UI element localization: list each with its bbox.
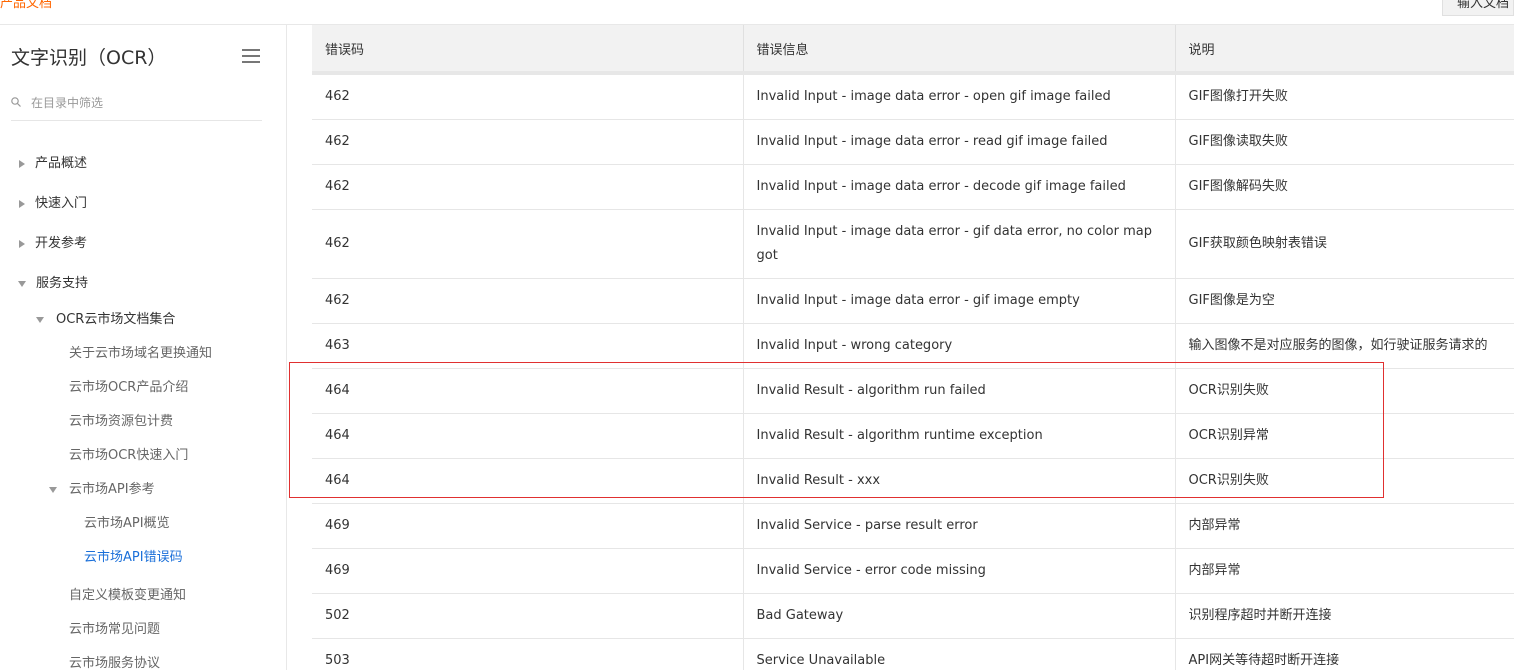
sidebar-item-quickstart[interactable]: 快速入门 [19,192,87,211]
error-code-cell: 462 [312,119,744,165]
sidebar-link-domain-notice[interactable]: 关于云市场域名更换通知 [69,342,212,361]
caret-right-icon [19,159,25,168]
breadcrumb-link[interactable]: 产品文档 [0,0,52,11]
filter-box [11,91,262,121]
table-row: 462 Invalid Input - image data error - gi… [312,209,1514,279]
sidebar-item-service-support[interactable]: 服务支持 [18,272,88,291]
error-desc-cell: 内部异常 [1175,503,1514,549]
error-desc-cell: GIF获取颜色映射表错误 [1175,209,1514,279]
error-desc-cell: GIF图像读取失败 [1175,119,1514,165]
error-desc-cell: 内部异常 [1175,548,1514,594]
table-row: 462 Invalid Input - image data error - de… [312,164,1514,210]
error-desc-cell: GIF图像解码失败 [1175,164,1514,210]
caret-down-icon [18,280,26,287]
error-code-cell: 503 [312,638,744,670]
error-message-cell: Invalid Input - image data error - read … [743,119,1176,165]
top-bar: 产品文档 输入文档 [0,0,1514,25]
table-row: 469 Invalid Service - parse result error 内… [312,503,1514,549]
error-code-cell: 502 [312,593,744,639]
caret-right-icon [19,199,25,208]
sidebar-item-ocr-market-docs[interactable]: OCR云市场文档集合 [36,308,175,327]
error-code-cell: 462 [312,278,744,324]
table-row: 469 Invalid Service - error code missing 内… [312,548,1514,594]
sidebar-link-template-notice[interactable]: 自定义模板变更通知 [69,584,186,603]
caret-right-icon [19,239,25,248]
error-code-cell: 469 [312,503,744,549]
error-desc-cell: GIF图像打开失败 [1175,73,1514,120]
sidebar-link-faq[interactable]: 云市场常见问题 [69,618,160,637]
doc-search-button[interactable]: 输入文档 [1442,0,1514,16]
error-message-cell: Invalid Service - error code missing [743,548,1176,594]
error-message-cell: Service Unavailable [743,638,1176,670]
error-message-cell: Invalid Result - algorithm run failed [743,368,1176,414]
sidebar: 文字识别（OCR） 产品概述 快速入门 开发参考 服务支持 OCR云市场文档集合… [0,25,287,670]
error-message-cell: Bad Gateway [743,593,1176,639]
table-row: 462 Invalid Input - image data error - re… [312,119,1514,165]
menu-icon[interactable] [242,49,260,63]
error-code-cell: 464 [312,458,744,504]
sidebar-link-quickstart[interactable]: 云市场OCR快速入门 [69,444,188,463]
sidebar-item-dev-reference[interactable]: 开发参考 [19,232,87,251]
sidebar-item-api-reference[interactable]: 云市场API参考 [49,478,155,497]
error-message-cell: Invalid Input - image data error - open … [743,73,1176,120]
table-row: 503 Service Unavailable API网关等待超时断开连接 [312,638,1514,670]
table-row: 464 Invalid Result - xxx OCR识别失败 [312,458,1514,504]
table-row: 464 Invalid Result - algorithm run failed… [312,368,1514,414]
error-desc-cell: GIF图像是为空 [1175,278,1514,324]
error-code-table: 错误码 错误信息 说明 462 Invalid Input - image dat… [312,25,1514,670]
sidebar-link-api-overview[interactable]: 云市场API概览 [84,512,170,531]
error-message-cell: Invalid Result - xxx [743,458,1176,504]
table-row: 463 Invalid Input - wrong category 输入图像不是对… [312,323,1514,369]
table-header-row: 错误码 错误信息 说明 [312,25,1514,75]
sidebar-link-agreement[interactable]: 云市场服务协议 [69,652,160,670]
error-desc-cell: 识别程序超时并断开连接 [1175,593,1514,639]
sidebar-link-product-intro[interactable]: 云市场OCR产品介绍 [69,376,188,395]
error-code-cell: 463 [312,323,744,369]
error-message-cell: Invalid Input - image data error - gif d… [743,209,1176,279]
main-content: 错误码 错误信息 说明 462 Invalid Input - image dat… [287,25,1514,670]
sidebar-item-overview[interactable]: 产品概述 [19,152,87,171]
error-desc-cell: OCR识别失败 [1175,368,1514,414]
column-header-message: 错误信息 [743,25,1176,75]
error-message-cell: Invalid Service - parse result error [743,503,1176,549]
error-message-cell: Invalid Input - wrong category [743,323,1176,369]
error-code-cell: 464 [312,368,744,414]
column-header-code: 错误码 [312,25,744,75]
filter-input[interactable] [31,93,251,113]
error-desc-cell: OCR识别异常 [1175,413,1514,459]
error-code-cell: 464 [312,413,744,459]
error-code-cell: 462 [312,73,744,120]
search-icon [11,97,21,107]
error-message-cell: Invalid Result - algorithm runtime excep… [743,413,1176,459]
sidebar-link-api-error-codes[interactable]: 云市场API错误码 [84,546,183,565]
sidebar-title: 文字识别（OCR） [11,47,167,69]
sidebar-link-billing[interactable]: 云市场资源包计费 [69,410,173,429]
table-row: 464 Invalid Result - algorithm runtime ex… [312,413,1514,459]
table-row: 462 Invalid Input - image data error - op… [312,73,1514,120]
error-desc-cell: 输入图像不是对应服务的图像，如行驶证服务请求的 [1175,323,1514,369]
error-message-cell: Invalid Input - image data error - gif i… [743,278,1176,324]
table-row: 462 Invalid Input - image data error - gi… [312,278,1514,324]
caret-down-icon [36,316,44,323]
error-message-cell: Invalid Input - image data error - decod… [743,164,1176,210]
error-code-cell: 462 [312,209,744,279]
column-header-desc: 说明 [1175,25,1514,75]
error-code-cell: 469 [312,548,744,594]
error-desc-cell: API网关等待超时断开连接 [1175,638,1514,670]
error-desc-cell: OCR识别失败 [1175,458,1514,504]
error-code-cell: 462 [312,164,744,210]
caret-down-icon [49,486,57,493]
table-row: 502 Bad Gateway 识别程序超时并断开连接 [312,593,1514,639]
